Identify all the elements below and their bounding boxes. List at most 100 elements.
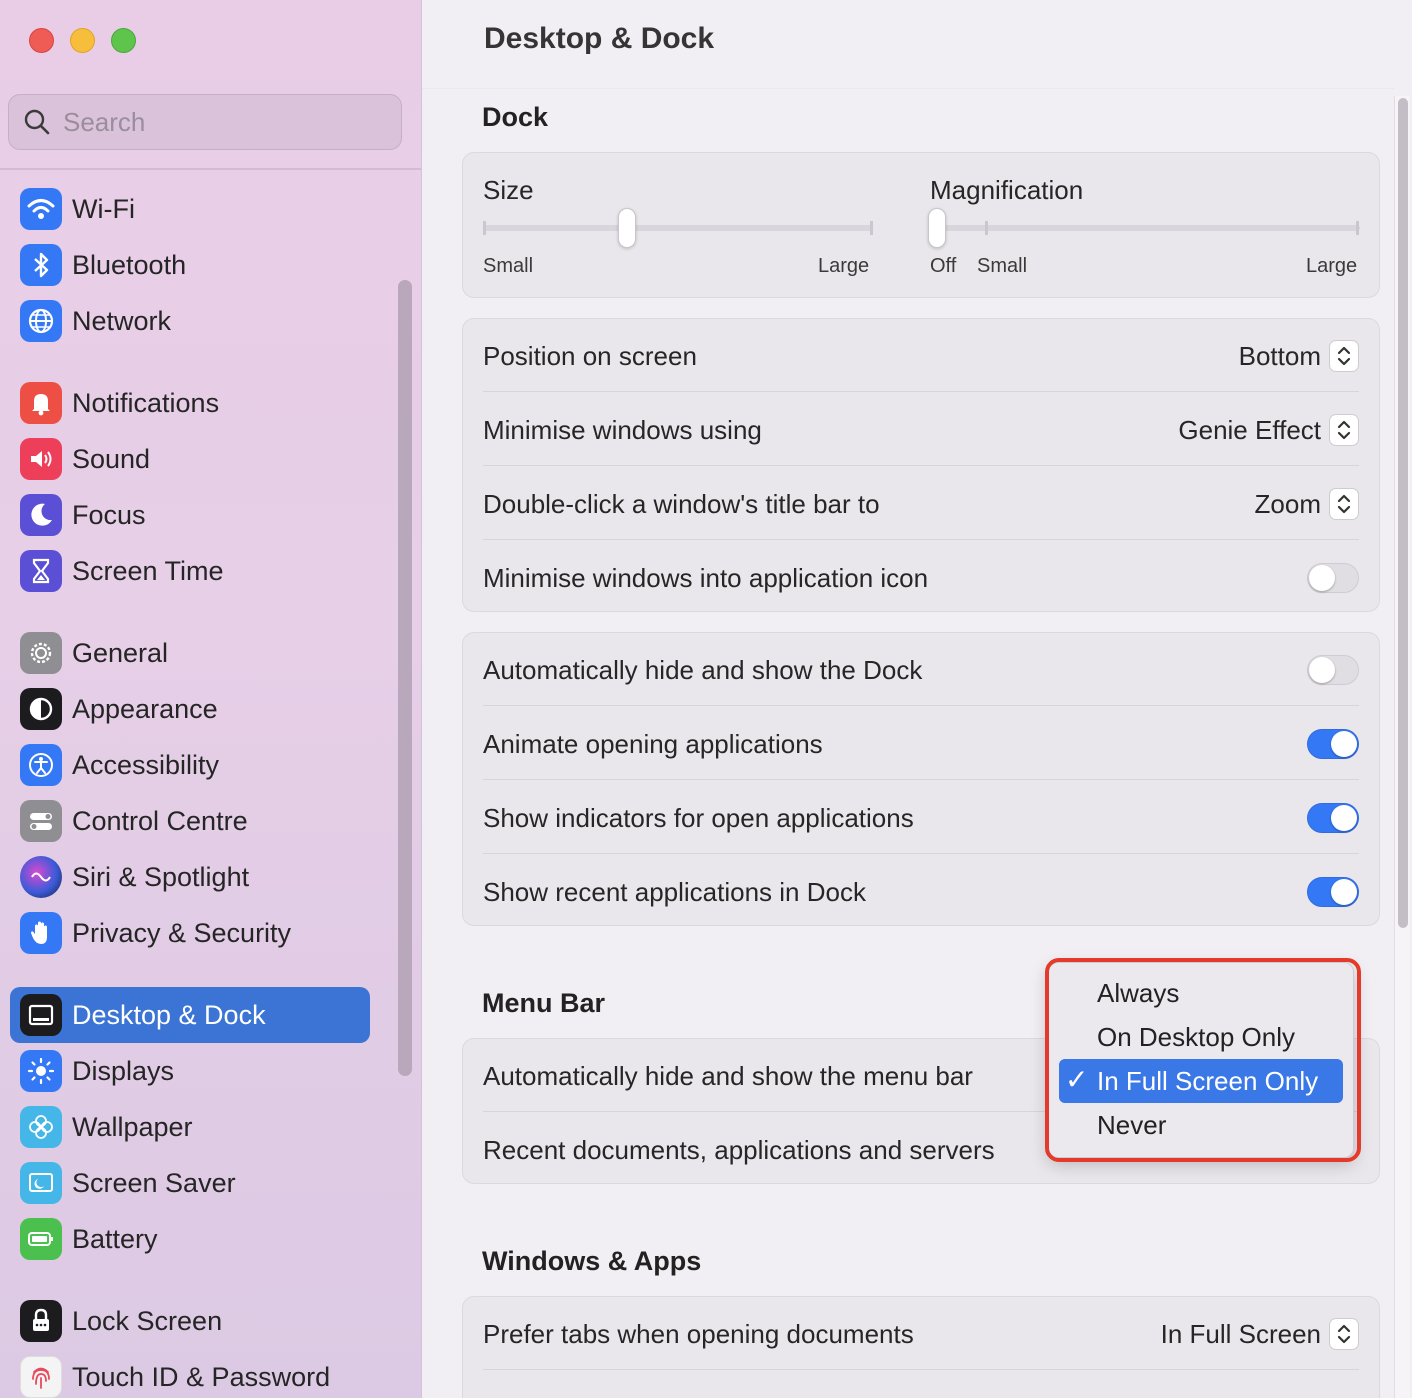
sidebar-item-siri-spotlight[interactable]: Siri & Spotlight (10, 849, 370, 905)
row-divider (483, 853, 1359, 854)
prefer-tabs-label: Prefer tabs when opening documents (483, 1318, 914, 1349)
section-title-dock: Dock (482, 102, 549, 132)
sidebar-item-label: Notifications (72, 387, 220, 418)
sidebar-item-focus[interactable]: Focus (10, 487, 370, 543)
magnification-tick-max (1356, 221, 1359, 235)
sidebar-item-label: Accessibility (72, 749, 220, 780)
sidebar-item-network[interactable]: Network (10, 293, 370, 349)
minimise-into-icon-row: Minimise windows into application icon (483, 541, 1359, 615)
sidebar-item-displays[interactable]: Displays (10, 1043, 370, 1099)
sidebar-item-label: Screen Saver (72, 1167, 236, 1198)
magnification-slider-thumb[interactable] (928, 208, 946, 248)
sun-icon (20, 1050, 62, 1092)
position-popup[interactable]: Bottom (1239, 340, 1359, 372)
minimise-into-icon-toggle[interactable] (1307, 563, 1359, 593)
prefer-tabs-value: In Full Screen (1160, 1318, 1321, 1349)
sidebar-item-battery[interactable]: Battery (10, 1211, 370, 1267)
sidebar-item-label: Wi-Fi (72, 193, 135, 224)
main-scrollbar-thumb[interactable] (1398, 98, 1408, 928)
sidebar-item-label: Appearance (72, 693, 218, 724)
bell-icon (20, 382, 62, 424)
sidebar-item-wifi[interactable]: Wi-Fi (10, 181, 370, 237)
size-max-label: Large (818, 255, 870, 277)
sidebar-item-label: General (72, 637, 169, 668)
sidebar-item-privacy-security[interactable]: Privacy & Security (10, 905, 370, 961)
row-divider (483, 391, 1359, 392)
position-value: Bottom (1238, 340, 1321, 371)
sidebar-item-general[interactable]: General (10, 625, 370, 681)
sidebar-item-wallpaper[interactable]: Wallpaper (10, 1099, 370, 1155)
menu-bar-auto-hide-label: Automatically hide and show the menu bar (483, 1060, 973, 1091)
sidebar-item-touch-id[interactable]: Touch ID & Password (10, 1349, 370, 1398)
hourglass-icon (20, 550, 62, 592)
sidebar-item-sound[interactable]: Sound (10, 431, 370, 487)
sidebar-item-appearance[interactable]: Appearance (10, 681, 370, 737)
speaker-icon (20, 438, 62, 480)
row-divider (483, 705, 1359, 706)
sidebar-item-label: Control Centre (72, 805, 248, 836)
dock-icon (20, 994, 62, 1036)
sidebar-item-screen-saver[interactable]: Screen Saver (10, 1155, 370, 1211)
sidebar-item-lock-screen[interactable]: Lock Screen (10, 1293, 370, 1349)
recent-apps-row: Show recent applications in Dock (483, 855, 1359, 929)
minimise-using-popup[interactable]: Genie Effect (1178, 414, 1359, 446)
double-click-label: Double-click a window's title bar to (483, 488, 880, 519)
search-input[interactable] (63, 106, 363, 138)
sidebar-item-desktop-dock[interactable]: Desktop & Dock (10, 987, 370, 1043)
sidebar-item-bluetooth[interactable]: Bluetooth (10, 237, 370, 293)
search-field[interactable] (8, 94, 402, 150)
minimise-using-label: Minimise windows using (483, 414, 762, 445)
indicators-row: Show indicators for open applications (483, 781, 1359, 855)
battery-icon (20, 1218, 62, 1260)
magnification-slider-track[interactable] (930, 225, 1360, 231)
windows-apps-card: Prefer tabs when opening documents In Fu… (462, 1296, 1380, 1398)
sidebar-item-notifications[interactable]: Notifications (10, 375, 370, 431)
prefer-tabs-popup[interactable]: In Full Screen (1161, 1318, 1359, 1350)
sidebar-scrollbar[interactable] (398, 280, 412, 1076)
zoom-window-button[interactable] (111, 28, 136, 53)
indicators-label: Show indicators for open applications (483, 802, 914, 833)
main-scrollbar[interactable] (1394, 96, 1410, 1398)
close-window-button[interactable] (29, 28, 54, 53)
globe-icon (20, 300, 62, 342)
recent-docs-label: Recent documents, applications and serve… (483, 1134, 995, 1165)
sidebar-item-control-centre[interactable]: Control Centre (10, 793, 370, 849)
sidebar-item-label: Siri & Spotlight (72, 861, 250, 892)
sidebar-item-label: Privacy & Security (72, 917, 292, 948)
recent-apps-toggle[interactable] (1307, 877, 1359, 907)
prefer-tabs-row: Prefer tabs when opening documents In Fu… (483, 1297, 1359, 1371)
size-slider-track[interactable] (483, 225, 873, 231)
auto-hide-dock-toggle[interactable] (1307, 655, 1359, 685)
row-divider (483, 1369, 1359, 1370)
animate-toggle[interactable] (1307, 729, 1359, 759)
sidebar: Wi-Fi Bluetooth Network Notifications So… (0, 0, 422, 1398)
minimise-into-icon-label: Minimise windows into application icon (483, 562, 929, 593)
accessibility-icon (20, 744, 62, 786)
auto-hide-dock-row: Automatically hide and show the Dock (483, 633, 1359, 707)
bluetooth-icon (20, 244, 62, 286)
recent-apps-label: Show recent applications in Dock (483, 876, 866, 907)
sidebar-item-accessibility[interactable]: Accessibility (10, 737, 370, 793)
fingerprint-icon (20, 1356, 62, 1398)
main-content: Desktop & Dock Dock Size Small Large Mag… (422, 0, 1412, 1398)
section-title-menu-bar: Menu Bar (482, 988, 606, 1018)
lock-icon (20, 1300, 62, 1342)
minimise-using-row: Minimise windows using Genie Effect (483, 393, 1359, 467)
indicators-toggle[interactable] (1307, 803, 1359, 833)
sidebar-item-label: Desktop & Dock (72, 999, 266, 1030)
magnification-tick-small (985, 221, 988, 235)
position-label: Position on screen (483, 340, 697, 371)
double-click-popup[interactable]: Zoom (1255, 488, 1359, 520)
minimize-window-button[interactable] (70, 28, 95, 53)
title-divider (422, 88, 1394, 89)
sidebar-item-screen-time[interactable]: Screen Time (10, 543, 370, 599)
dock-options-card: Automatically hide and show the Dock Ani… (462, 632, 1380, 926)
gear-icon (20, 632, 62, 674)
animate-label: Animate opening applications (483, 728, 823, 759)
size-slider-thumb[interactable] (618, 208, 636, 248)
chevron-updown-icon (1329, 414, 1359, 446)
sidebar-item-label: Displays (72, 1055, 175, 1086)
size-min-label: Small (483, 255, 534, 277)
row-divider (483, 465, 1359, 466)
animate-row: Animate opening applications (483, 707, 1359, 781)
